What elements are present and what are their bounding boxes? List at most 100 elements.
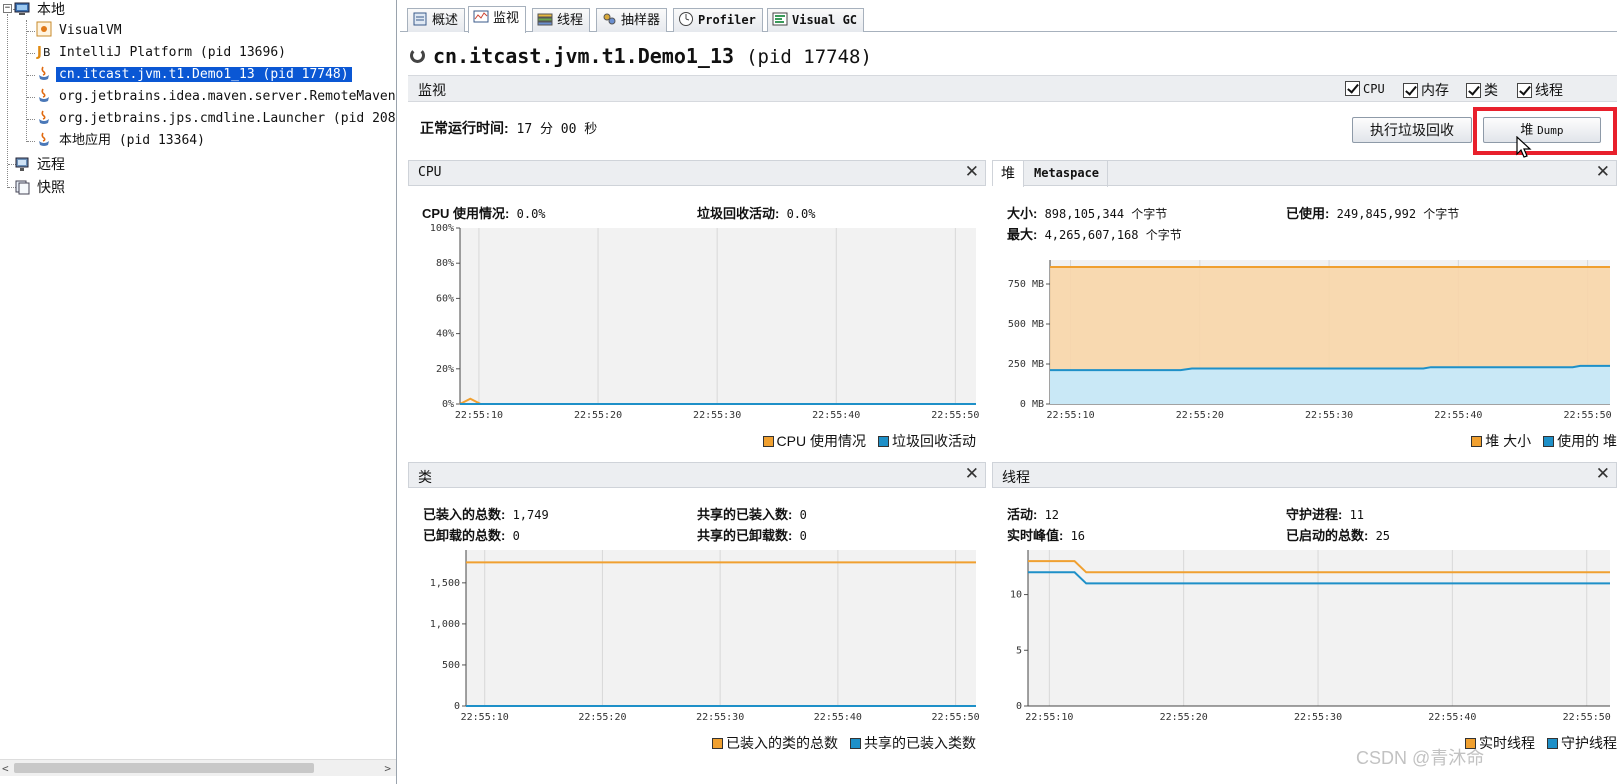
tab-sampler[interactable]: 抽样器 (596, 8, 668, 32)
checkbox-checked-icon[interactable] (1345, 81, 1360, 96)
y-tick-label: 1,500 (430, 578, 460, 589)
x-tick-label: 22:55:20 (578, 712, 626, 723)
collapse-local-icon[interactable]: − (3, 4, 12, 13)
tab-profiler[interactable]: Profiler (673, 8, 763, 32)
snapshot-icon (15, 180, 30, 195)
x-tick-label: 22:55:40 (1434, 410, 1482, 421)
tree-node-visualvm[interactable]: VisualVM (36, 20, 125, 42)
classes-unloaded: 已卸载的总数: 0 (423, 528, 520, 543)
tree-node-snapshots[interactable]: 快照 (14, 176, 68, 198)
threads-started: 已启动的总数: 25 (1286, 528, 1391, 543)
close-icon[interactable]: ✕ (1596, 464, 1610, 484)
tab-visual-gc[interactable]: Visual GC (767, 8, 865, 32)
main-area: 概述 监视 线程 抽样器 Profiler Visual GC cn.itcas… (400, 0, 1617, 784)
x-tick-label: 22:55:20 (1160, 712, 1208, 723)
cpu-legend: CPU 使用情况 垃圾回收活动 (751, 431, 976, 451)
classes-loaded: 已装入的总数: 1,749 (423, 507, 549, 522)
sampler-icon (603, 13, 616, 25)
visualgc-icon (772, 12, 788, 26)
blue-swatch (1547, 738, 1558, 749)
shared-loaded: 共享的已装入数: 0 (697, 507, 807, 522)
close-icon[interactable]: ✕ (965, 162, 979, 182)
blue-swatch (1543, 436, 1555, 447)
highlight-box (1473, 107, 1617, 155)
watermark: CSDN @青沐命 (1356, 748, 1485, 768)
threads-peak: 实时峰值: 16 (1007, 528, 1086, 543)
y-tick-label: 0 MB (1020, 399, 1044, 410)
tab-heap[interactable]: 堆 (993, 161, 1024, 187)
tree-horizontal-scrollbar[interactable]: < > (0, 759, 396, 777)
tree-node-maven-server[interactable]: org.jetbrains.idea.maven.server.RemoteMa… (36, 86, 396, 108)
threads-panel-title: 线程 (1002, 469, 1030, 485)
tab-threads[interactable]: 线程 (532, 8, 591, 32)
plot-area (466, 550, 976, 706)
x-tick-label: 22:55:30 (1294, 712, 1342, 723)
orange-swatch (1471, 436, 1483, 447)
checkbox-classes[interactable]: 类 (1466, 80, 1498, 100)
checkbox-threads[interactable]: 线程 (1517, 80, 1563, 100)
close-icon[interactable]: ✕ (1596, 162, 1610, 182)
tab-overview[interactable]: 概述 (407, 8, 466, 32)
heap-chart: 22:55:10 22:55:20 22:55:30 22:55:40 22:55:50… (1008, 260, 1612, 421)
java-icon (39, 110, 49, 124)
legend-item: 堆 大小 (1471, 433, 1531, 449)
x-tick-label: 22:55:40 (812, 410, 860, 421)
heap-used: 已使用: 249,845,992 个字节 (1286, 206, 1460, 221)
orange-swatch (762, 436, 774, 447)
java-icon (39, 88, 49, 102)
monitor-section-label: 监视 (418, 82, 446, 98)
classes-panel: 类 ✕ 已装入的总数: 1,749 已卸载的总数: 0 共享的已装入数: 0 共享… (408, 462, 986, 784)
y-tick-label: 80% (436, 258, 454, 269)
scroll-left-icon[interactable]: < (2, 760, 9, 777)
checkbox-cpu[interactable]: CPU (1345, 80, 1385, 96)
tree-node-local[interactable]: 本地 (14, 0, 68, 20)
x-tick-label: 22:55:40 (814, 712, 862, 723)
java-icon (39, 132, 49, 146)
plot-area (460, 228, 976, 404)
legend-item: 垃圾回收活动 (878, 433, 976, 449)
scroll-right-icon[interactable]: > (384, 760, 391, 777)
legend-item: 已装入的类的总数 (712, 735, 838, 751)
cpu-panel: CPU ✕ CPU 使用情况: 0.0% 垃圾回收活动: 0.0% 22:55:1… (408, 160, 986, 456)
checkbox-checked-icon[interactable] (1466, 83, 1481, 98)
tree-node-local-app[interactable]: 本地应用 (pid 13364) (36, 130, 208, 152)
x-tick-label: 22:55:40 (1428, 712, 1476, 723)
y-tick-label: 750 MB (1008, 279, 1044, 290)
y-tick-label: 1,000 (430, 619, 460, 630)
perform-gc-button[interactable]: 执行垃圾回收 (1352, 117, 1472, 143)
x-tick-label: 22:55:30 (693, 410, 741, 421)
scrollbar-thumb[interactable] (14, 763, 314, 773)
checkbox-checked-icon[interactable] (1517, 83, 1532, 98)
mouse-cursor-icon (1516, 136, 1532, 158)
tree-node-demo1-13[interactable]: cn.itcast.jvm.t1.Demo1_13 (pid 17748) (36, 64, 352, 86)
close-icon[interactable]: ✕ (965, 464, 979, 484)
classes-legend: 已装入的类的总数 共享的已装入类数 (700, 733, 976, 753)
checkbox-memory[interactable]: 内存 (1403, 80, 1449, 100)
checkbox-checked-icon[interactable] (1403, 83, 1418, 98)
tree-node-local-label: 本地 (37, 1, 65, 17)
overview-icon (413, 12, 427, 26)
threads-panel: 线程 ✕ 活动: 12 实时峰值: 16 守护进程: 11 已启动的总数: 25 … (992, 462, 1617, 784)
navigator-tree: − 本地 VisualVM J B IntelliJ Platform (pid 1… (0, 0, 397, 784)
y-tick-label: 500 (442, 660, 460, 671)
threads-chart: 22:55:10 22:55:20 22:55:30 22:55:40 22:55:50… (1010, 550, 1611, 723)
x-tick-label: 22:55:50 (1564, 410, 1612, 421)
page-title: cn.itcast.jvm.t1.Demo1_13 (pid 17748) (410, 44, 872, 70)
tab-monitor[interactable]: 监视 (468, 6, 527, 33)
svg-text:J: J (36, 45, 42, 59)
heap-panel: 堆 Metaspace ✕ 大小: 898,105,344 个字节 已使用: 2… (992, 160, 1617, 456)
cpu-chart: 22:55:10 22:55:20 22:55:30 22:55:40 22:55:50… (430, 223, 980, 421)
remote-host-icon (15, 157, 29, 171)
series-area (1050, 365, 1610, 404)
legend-item: 使用的 堆 (1543, 433, 1617, 449)
threads-icon (537, 13, 553, 26)
tab-metaspace[interactable]: Metaspace (1026, 161, 1109, 187)
tree-node-intellij[interactable]: J B IntelliJ Platform (pid 13696) (36, 42, 289, 64)
x-tick-label: 22:55:10 (461, 712, 509, 723)
x-tick-label: 22:55:10 (1025, 712, 1073, 723)
plot-area (1028, 550, 1610, 706)
tree-node-remote[interactable]: 远程 (14, 153, 68, 175)
tree-node-jps-launcher[interactable]: org.jetbrains.jps.cmdline.Launcher (pid … (36, 108, 396, 130)
computer-icon (14, 2, 30, 15)
classes-panel-title: 类 (418, 469, 432, 485)
